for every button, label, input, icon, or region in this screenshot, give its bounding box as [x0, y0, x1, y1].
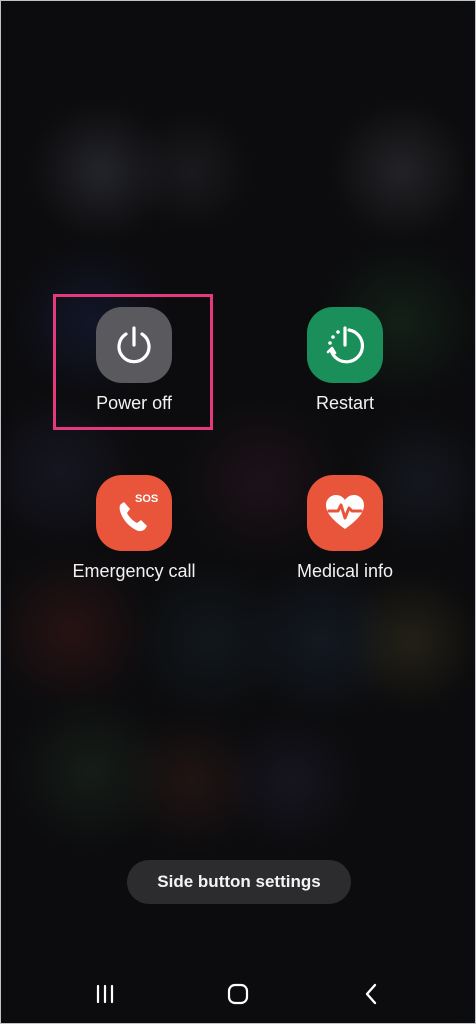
- restart-button[interactable]: Restart: [255, 307, 435, 414]
- medical-info-label: Medical info: [296, 561, 394, 581]
- restart-icon: [326, 326, 365, 364]
- emergency-call-label: Emergency call: [72, 561, 196, 581]
- back-icon: [365, 983, 377, 1005]
- home-icon: [227, 983, 249, 1005]
- power-menu-screen: Power off Restart SOS Emergency call Med…: [0, 0, 476, 1024]
- medical-info-button[interactable]: Medical info: [255, 475, 435, 582]
- home-button[interactable]: [218, 977, 258, 1011]
- navigation-bar: [1, 969, 475, 1019]
- power-off-button[interactable]: Power off: [44, 307, 224, 414]
- restart-icon-box: [307, 307, 383, 383]
- sos-badge: SOS: [135, 493, 158, 505]
- power-off-label: Power off: [96, 393, 172, 413]
- sos-phone-icon: SOS: [119, 493, 158, 532]
- recents-button[interactable]: [85, 977, 125, 1011]
- emergency-call-button[interactable]: SOS Emergency call: [44, 475, 224, 582]
- emergency-call-icon-box: SOS: [96, 475, 172, 551]
- power-off-icon-box: [96, 307, 172, 383]
- heart-pulse-icon: [326, 495, 364, 529]
- recents-icon: [96, 984, 114, 1004]
- back-button[interactable]: [351, 977, 391, 1011]
- restart-label: Restart: [315, 393, 375, 413]
- power-icon: [117, 326, 151, 364]
- medical-info-icon-box: [307, 475, 383, 551]
- side-button-settings-button[interactable]: Side button settings: [127, 860, 351, 904]
